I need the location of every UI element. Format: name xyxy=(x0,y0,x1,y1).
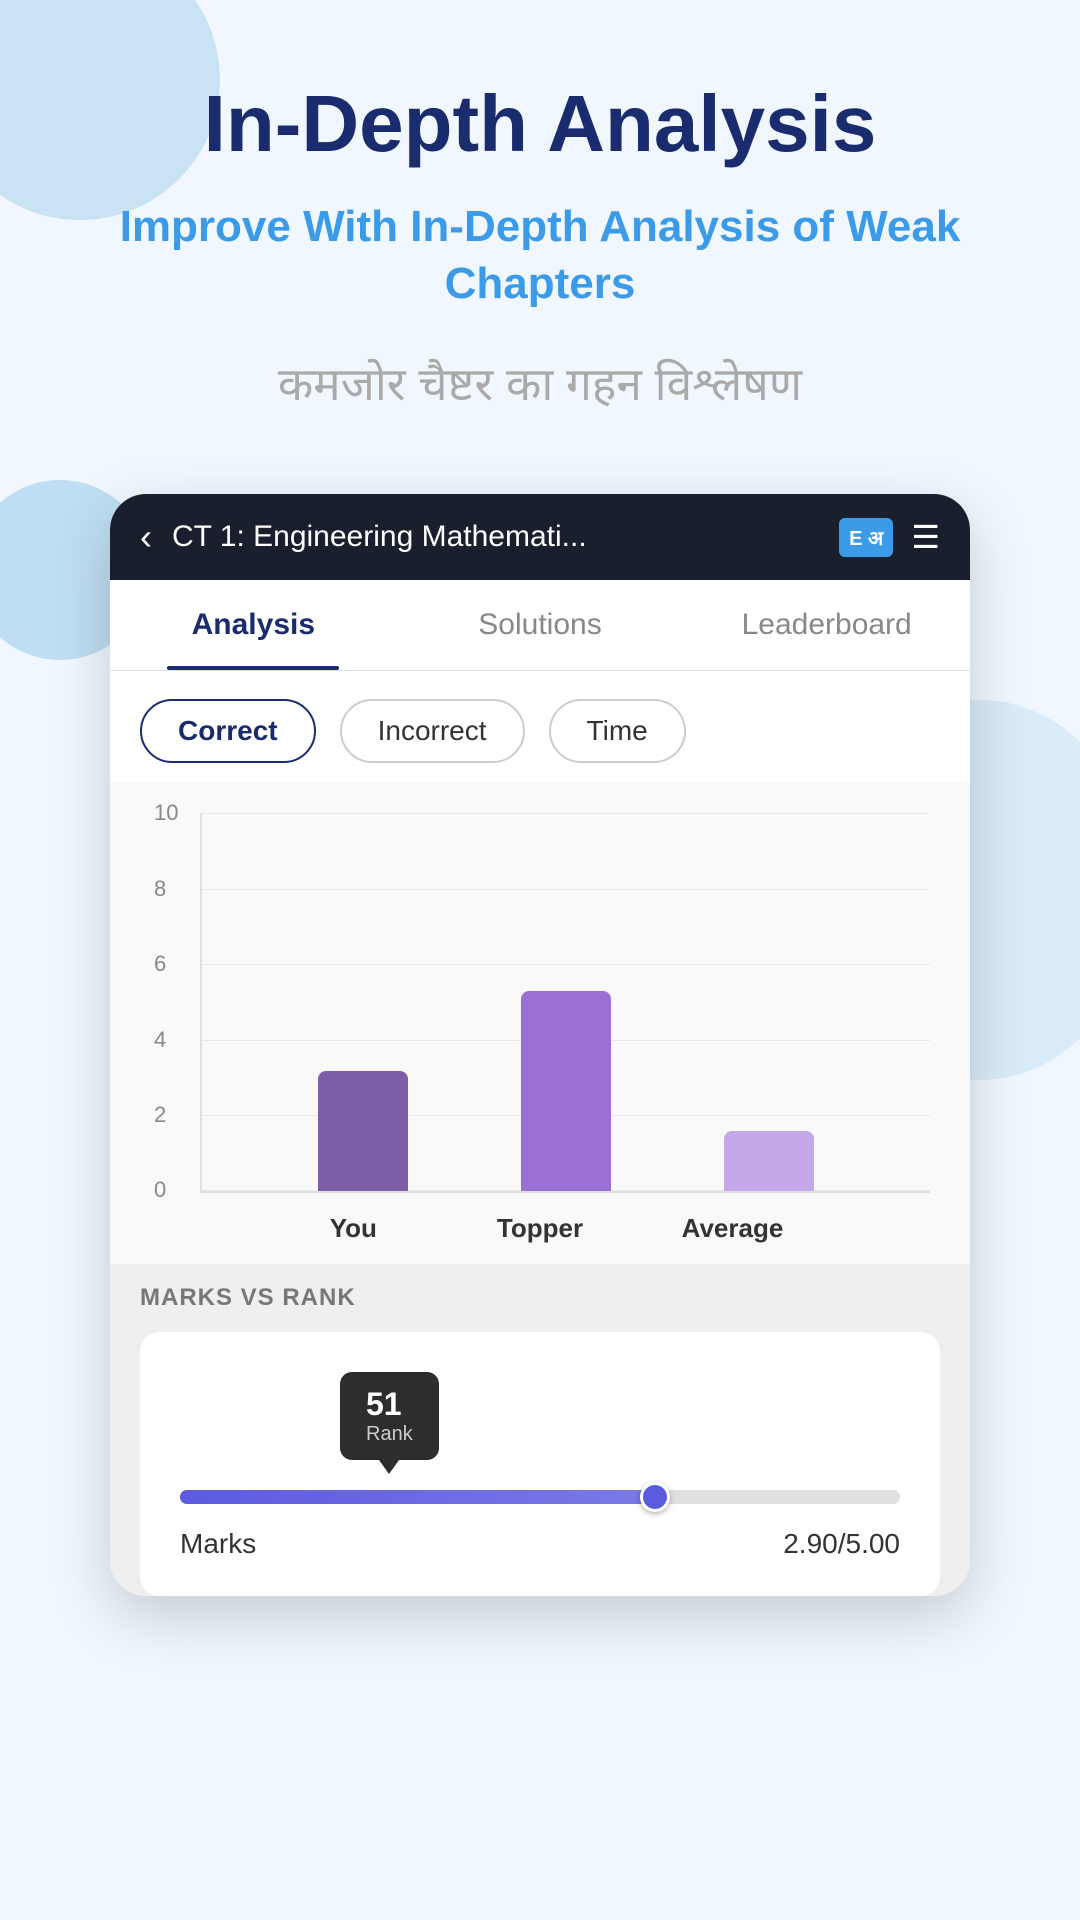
grid-label-4: 4 xyxy=(154,1027,166,1053)
tabs-container: Analysis Solutions Leaderboard xyxy=(110,580,970,671)
filter-buttons: Correct Incorrect Time xyxy=(110,671,970,783)
subtitle: Improve With In-Depth Analysis of Weak C… xyxy=(60,198,1020,312)
slider-fill xyxy=(180,1490,670,1504)
main-title: In-Depth Analysis xyxy=(60,80,1020,168)
grid-label-2: 2 xyxy=(154,1102,166,1128)
menu-icon[interactable]: ☰ xyxy=(911,518,940,556)
rank-label: Rank xyxy=(366,1423,413,1446)
marks-rank-card: 51 Rank Marks 2.90/5.00 xyxy=(140,1332,940,1596)
bar-group-average xyxy=(724,1131,814,1191)
edu-icon[interactable]: E अ xyxy=(839,518,893,557)
rank-tooltip: 51 Rank xyxy=(340,1372,439,1460)
bar-label-topper: Topper xyxy=(495,1213,585,1244)
filter-time[interactable]: Time xyxy=(549,699,686,763)
bar-labels: You Topper Average xyxy=(150,1213,930,1244)
marks-row: Marks 2.90/5.00 xyxy=(180,1528,900,1560)
hindi-text: कमजोर चैष्टर का गहन विश्लेषण xyxy=(60,352,1020,414)
bar-topper xyxy=(521,991,611,1191)
marks-label: Marks xyxy=(180,1528,256,1560)
marks-rank-section: MARKS VS RANK 51 Rank Marks 2.90/5.00 xyxy=(110,1264,970,1596)
bar-label-you: You xyxy=(308,1213,398,1244)
back-icon[interactable]: ‹ xyxy=(140,516,152,558)
phone-header: ‹ CT 1: Engineering Mathemati... E अ ☰ xyxy=(110,494,970,580)
slider-track[interactable] xyxy=(180,1490,900,1504)
rank-value: 51 xyxy=(366,1386,402,1422)
grid-label-10: 10 xyxy=(154,800,178,826)
tab-solutions[interactable]: Solutions xyxy=(397,580,684,670)
grid-label-8: 8 xyxy=(154,876,166,902)
filter-incorrect[interactable]: Incorrect xyxy=(340,699,525,763)
bars-container xyxy=(202,813,930,1191)
tab-leaderboard[interactable]: Leaderboard xyxy=(683,580,970,670)
marks-value: 2.90/5.00 xyxy=(783,1528,900,1560)
marks-rank-title: MARKS VS RANK xyxy=(140,1284,940,1312)
grid-label-6: 6 xyxy=(154,951,166,977)
bar-average xyxy=(724,1131,814,1191)
bar-label-average: Average xyxy=(682,1213,772,1244)
filter-correct[interactable]: Correct xyxy=(140,699,316,763)
grid-label-0: 0 xyxy=(154,1177,166,1203)
tab-analysis[interactable]: Analysis xyxy=(110,580,397,670)
bar-group-topper xyxy=(521,991,611,1191)
bar-group-you xyxy=(318,1071,408,1191)
phone-mockup: ‹ CT 1: Engineering Mathemati... E अ ☰ A… xyxy=(110,494,970,1596)
header-title: CT 1: Engineering Mathemati... xyxy=(172,520,819,554)
bar-you xyxy=(318,1071,408,1191)
chart-area: 10 8 6 4 2 0 xyxy=(110,783,970,1264)
chart-grid: 10 8 6 4 2 0 xyxy=(200,813,930,1193)
slider-thumb xyxy=(640,1482,670,1512)
header-icons: E अ ☰ xyxy=(839,518,940,557)
